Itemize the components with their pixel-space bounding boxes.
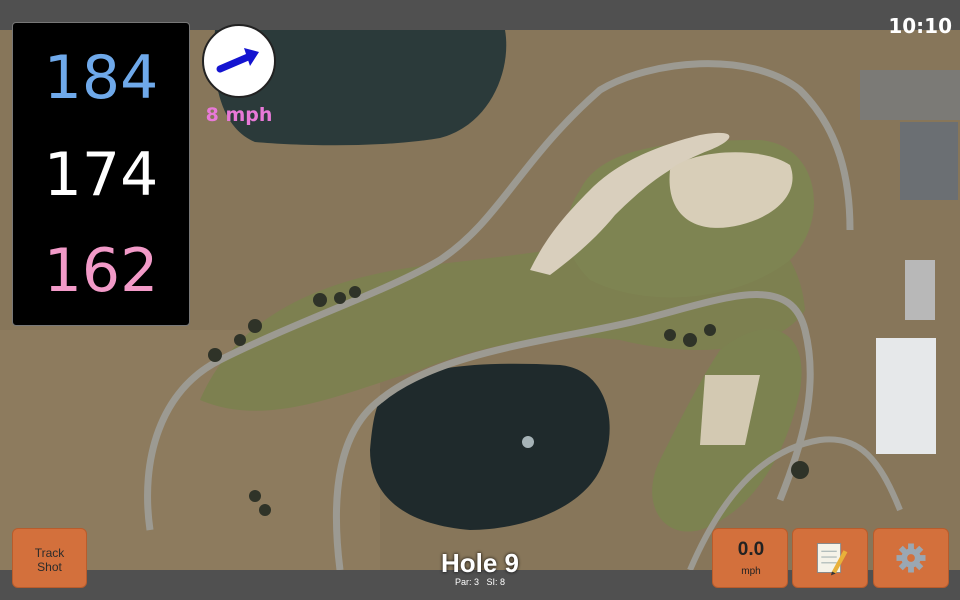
speed-value: 0.0: [737, 539, 765, 560]
speed-button[interactable]: 0.0 mph: [712, 528, 788, 588]
back-distance: 184: [43, 43, 159, 113]
settings-button[interactable]: [873, 528, 949, 588]
notepad-icon: [816, 543, 848, 576]
hole-details: Par: 3 SI: 8: [380, 577, 580, 587]
distance-panel: 184 174 162: [12, 22, 190, 326]
speed-unit: mph: [741, 566, 761, 577]
track-shot-button[interactable]: Track Shot: [12, 528, 87, 588]
hole-title: Hole 9: [440, 548, 520, 578]
stroke-index-label: SI: 8: [486, 577, 506, 587]
wind-indicator: [202, 24, 276, 98]
center-distance: 174: [43, 140, 159, 210]
gear-icon: [896, 543, 926, 573]
wind-speed-label: 8 mph: [205, 104, 273, 126]
par-label: Par: 3: [454, 577, 479, 587]
notes-button[interactable]: [792, 528, 868, 588]
status-time: 10:10: [888, 14, 952, 38]
wind-direction-arrow-icon: [216, 48, 259, 73]
front-distance: 162: [43, 236, 159, 306]
